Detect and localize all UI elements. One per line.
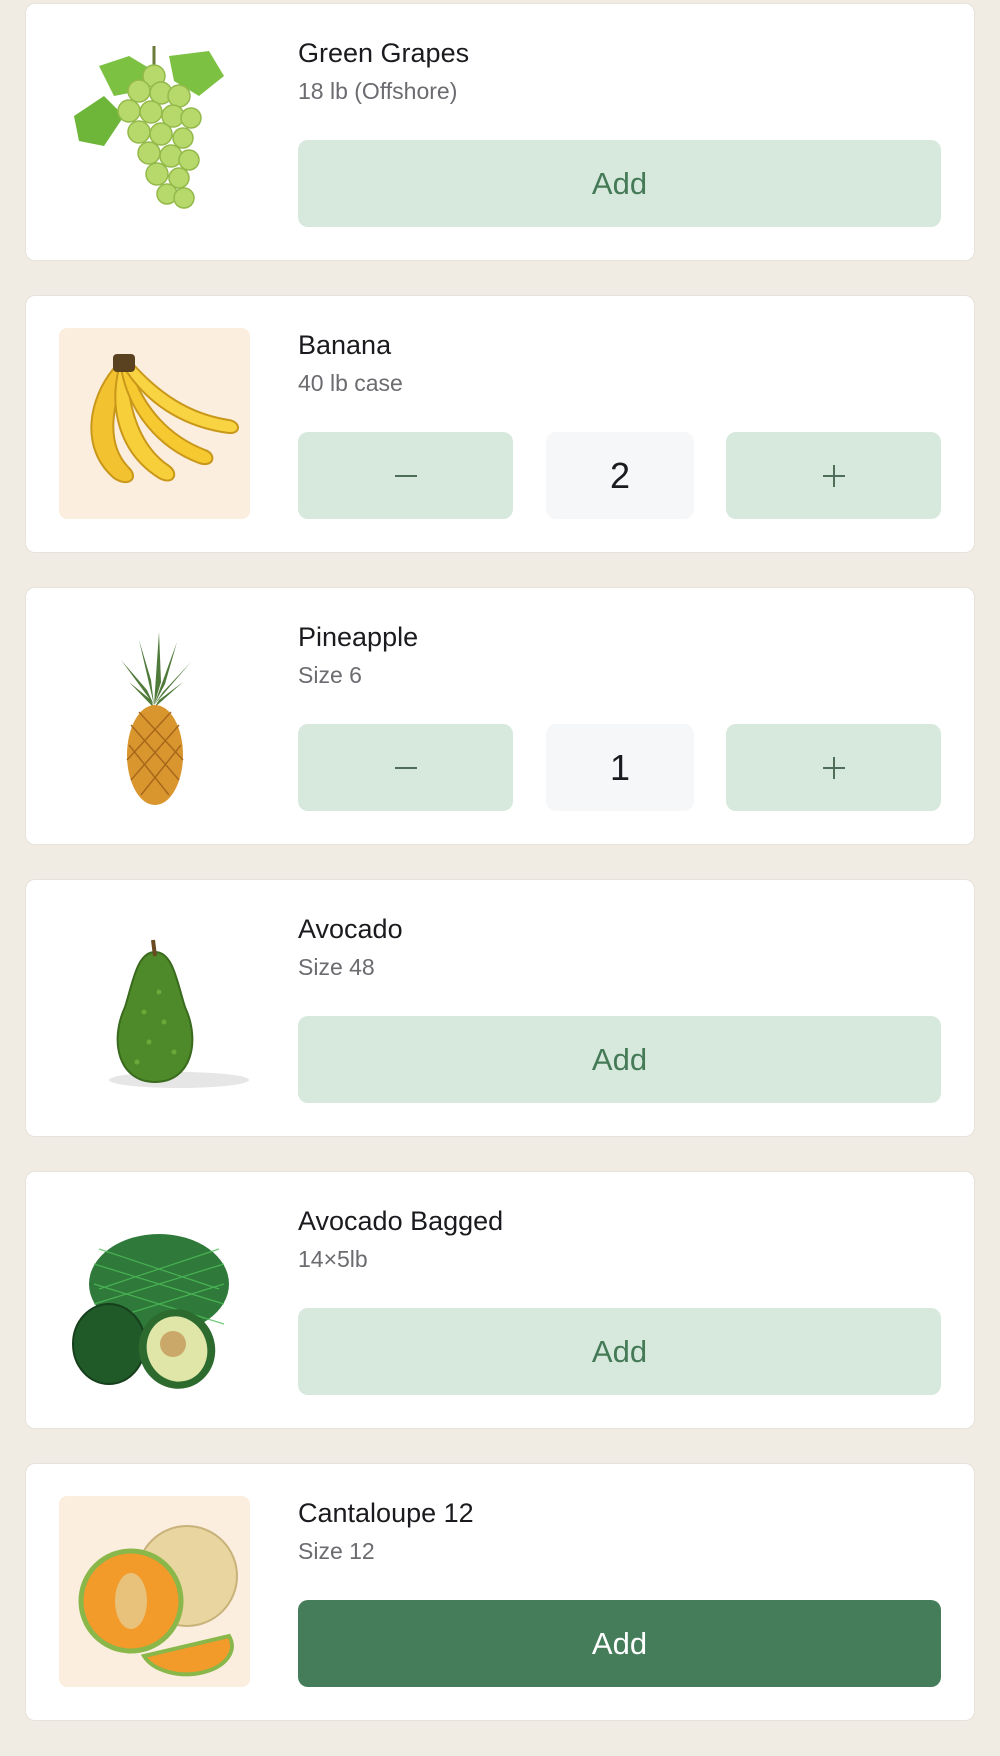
product-card-avocado-bagged: Avocado Bagged 14×5lb Add: [25, 1171, 975, 1429]
avocado-image: [59, 912, 250, 1103]
increase-button[interactable]: [726, 724, 941, 811]
product-name: Pineapple: [298, 622, 419, 652]
product-size: Size 12: [298, 1538, 375, 1564]
minus-icon: [394, 474, 417, 477]
quantity-stepper: 2: [298, 432, 941, 519]
banana-image: [59, 328, 250, 519]
product-card-pineapple: Pineapple Size 6 1: [25, 587, 975, 845]
decrease-button[interactable]: [298, 432, 513, 519]
cantaloupe-image: [59, 1496, 250, 1687]
add-button[interactable]: Add: [298, 1016, 941, 1103]
product-size: 18 lb (Offshore): [298, 78, 458, 104]
minus-icon: [394, 766, 417, 769]
product-size: 14×5lb: [298, 1246, 368, 1272]
pineapple-image: [59, 620, 250, 811]
quantity-stepper: 1: [298, 724, 941, 811]
add-button[interactable]: Add: [298, 1308, 941, 1395]
add-button[interactable]: Add: [298, 140, 941, 227]
product-size: Size 48: [298, 954, 375, 980]
add-button[interactable]: Add: [298, 1600, 941, 1687]
product-card-avocado: Avocado Size 48 Add: [25, 879, 975, 1137]
avocado-bag-image: [59, 1204, 250, 1395]
product-name: Banana: [298, 330, 392, 360]
product-card-green-grapes: Green Grapes 18 lb (Offshore) Add: [25, 3, 975, 261]
product-name: Avocado: [298, 914, 403, 944]
decrease-button[interactable]: [298, 724, 513, 811]
plus-icon: [822, 464, 845, 487]
plus-icon: [822, 756, 845, 779]
increase-button[interactable]: [726, 432, 941, 519]
product-name: Green Grapes: [298, 38, 470, 68]
quantity-value: 2: [546, 432, 694, 519]
product-name: Cantaloupe 12: [298, 1498, 474, 1528]
product-list: Green Grapes 18 lb (Offshore) Add Banana…: [25, 3, 975, 1755]
product-card-banana: Banana 40 lb case 2: [25, 295, 975, 553]
product-size: 40 lb case: [298, 370, 403, 396]
quantity-value: 1: [546, 724, 694, 811]
product-name: Avocado Bagged: [298, 1206, 504, 1236]
grapes-image: [59, 36, 250, 227]
product-size: Size 6: [298, 662, 362, 688]
product-card-cantaloupe-12: Cantaloupe 12 Size 12 Add: [25, 1463, 975, 1721]
